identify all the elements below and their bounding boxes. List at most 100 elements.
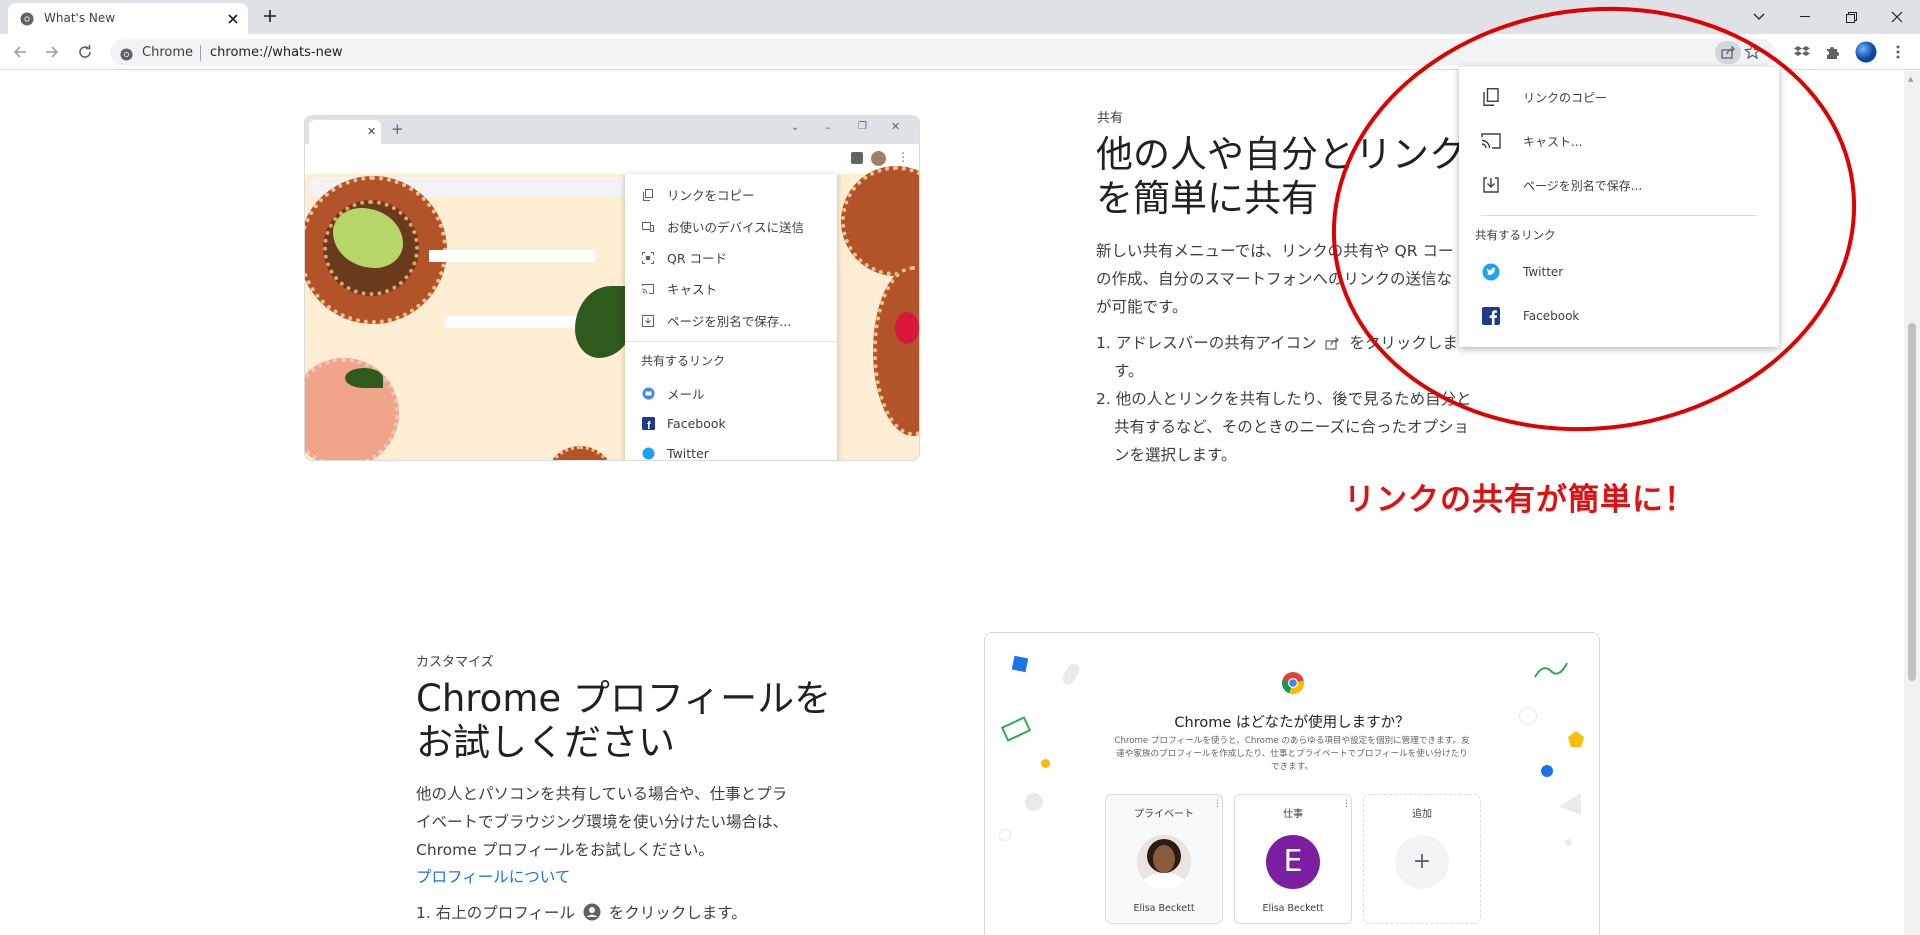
profile-picker-illustration: Chrome はどなたが使用しますか？ Chrome プロフィールを使うと、Ch… <box>984 632 1600 935</box>
illustration-divider <box>625 341 837 342</box>
profile-step1: 1. 右上のプロフィール をクリックします。 <box>416 899 747 930</box>
illustration-restore-icon: ❐ <box>858 121 867 132</box>
illustration-minimize-icon: – <box>825 121 831 134</box>
profile-step1-text-a: 1. 右上のプロフィール <box>416 904 575 922</box>
tab-close-icon[interactable] <box>226 11 240 30</box>
profile-card-private[interactable]: プライベート ⋮ Elisa Beckett <box>1105 794 1223 924</box>
profile-card-more-icon[interactable]: ⋮ <box>1213 799 1222 809</box>
illustration-twitter-label: Twitter <box>667 446 709 461</box>
profile-description-line2: イベートでブラウジング環境を使い分けたい場合は、 <box>416 813 789 831</box>
illustration-save-as-label: ページを別名で保存... <box>667 314 792 329</box>
tab-search-icon[interactable] <box>1736 0 1782 34</box>
reload-icon[interactable] <box>75 42 95 62</box>
illustration-cast-label: キャスト <box>667 282 718 297</box>
profile-title-line2: お試しください <box>416 721 675 764</box>
omnibox-separator <box>200 45 201 61</box>
profile-card-more-icon[interactable]: ⋮ <box>1342 799 1351 809</box>
profile-photo-avatar <box>1137 835 1191 889</box>
share-step1-text-a: 1. アドレスバーの共有アイコン <box>1096 334 1317 352</box>
illustration-tabstrip: ✕ + ⌄ – ❐ ✕ <box>305 116 919 144</box>
illustration-send-device-item: お使いのデバイスに送信 <box>641 217 804 236</box>
forward-icon[interactable] <box>42 42 62 62</box>
add-profile-plus-icon: + <box>1395 835 1449 889</box>
save-page-icon <box>641 314 655 328</box>
svg-text:f: f <box>647 420 651 430</box>
restore-icon[interactable] <box>1828 0 1874 34</box>
page-scrollbar[interactable]: ▲ <box>1904 71 1920 935</box>
decorative-shape <box>1011 655 1029 673</box>
illustration-mail-label: メール <box>667 387 705 402</box>
dropbox-extension-icon[interactable] <box>1792 42 1812 62</box>
decorative-leaf <box>345 368 383 388</box>
illustration-send-device-label: お使いのデバイスに送信 <box>667 220 805 235</box>
decorative-plate <box>873 266 919 436</box>
profile-title-line1: Chrome プロフィールを <box>416 677 832 720</box>
profile-card-work[interactable]: 仕事 ⋮ E Elisa Beckett <box>1234 794 1352 924</box>
new-tab-icon[interactable] <box>262 8 278 28</box>
decorative-plate <box>841 166 919 276</box>
chrome-logo-icon <box>1281 671 1305 699</box>
facebook-icon: f <box>641 417 655 431</box>
decorative-shape <box>1531 657 1571 683</box>
profile-initial-avatar: E <box>1266 835 1320 889</box>
illustration-placeholder-bar <box>429 250 595 262</box>
tab-whats-new[interactable]: What's New <box>8 3 248 34</box>
qr-code-icon <box>641 251 655 265</box>
profile-avatar-icon[interactable] <box>1854 40 1878 64</box>
illustration-avatar-icon <box>871 151 886 166</box>
chrome-page-icon <box>120 46 133 65</box>
illustration-tab-close-icon: ✕ <box>367 125 377 138</box>
extensions-puzzle-icon[interactable] <box>1823 42 1843 62</box>
url-text[interactable]: chrome://whats-new <box>210 45 342 60</box>
illustration-save-as-item: ページを別名で保存... <box>641 311 791 330</box>
devices-icon <box>641 220 655 234</box>
share-step2-line1: 2. 他の人とリンクを共有したり、後で見るため自分と <box>1096 390 1472 408</box>
illustration-tab: ✕ <box>309 120 381 144</box>
share-inline-icon <box>1325 331 1340 359</box>
scrollbar-thumb[interactable] <box>1908 323 1916 681</box>
close-window-icon[interactable] <box>1874 0 1920 34</box>
profile-card-name: Elisa Beckett <box>1262 903 1324 914</box>
profile-picker-title: Chrome はどなたが使用しますか？ <box>1174 715 1410 731</box>
illustration-facebook-item: f Facebook <box>641 416 726 431</box>
share-description-line3: が可能です。 <box>1096 298 1188 316</box>
share-title-line2: を簡単に共有 <box>1096 177 1318 220</box>
illustration-qr-item: QR コード <box>641 248 727 267</box>
illustration-copy-link-item: リンクをコピー <box>641 185 755 204</box>
decorative-berry <box>895 312 919 344</box>
illustration-new-tab-icon: + <box>391 120 404 138</box>
twitter-icon <box>641 447 655 461</box>
profile-card-add[interactable]: 追加 + <box>1363 794 1481 924</box>
profile-picker-desc-line1: Chrome プロフィールを使うと、Chrome のあらゆる項目や設定を個別に管… <box>1114 736 1470 746</box>
share-step2-line2: 共有するなど、そのときのニーズに合ったオプショ <box>1114 418 1469 436</box>
omnibox-chip: Chrome <box>142 45 193 60</box>
minimize-icon[interactable] <box>1782 0 1828 34</box>
chrome-icon <box>20 11 34 30</box>
profile-description-line1: 他の人とパソコンを共有している場合や、仕事とプラ <box>416 785 788 803</box>
illustration-qr-label: QR コード <box>667 251 727 266</box>
back-icon[interactable] <box>10 42 30 62</box>
profile-step1-text-b: をクリックします。 <box>608 904 747 922</box>
cast-icon <box>641 282 655 296</box>
illustration-copy-link-label: リンクをコピー <box>667 188 755 203</box>
share-step2-line3: ンを選択します。 <box>1114 446 1237 464</box>
menu-kebab-icon[interactable] <box>1888 42 1908 62</box>
decorative-shape <box>1565 839 1572 846</box>
scroll-up-icon[interactable]: ▲ <box>1908 75 1913 83</box>
illustration-cast-item: キャスト <box>641 279 717 298</box>
illustration-puzzle-icon <box>851 152 863 164</box>
tab-title: What's New <box>44 11 116 25</box>
copy-icon <box>641 188 655 202</box>
profile-description-line3: Chrome プロフィールをお試しください。 <box>416 841 714 859</box>
profile-card-label: プライベート <box>1134 809 1194 820</box>
account-circle-icon <box>583 902 601 930</box>
profile-picker-description: Chrome プロフィールを使うと、Chrome のあらゆる項目や設定を個別に管… <box>985 735 1599 774</box>
mail-icon <box>641 387 655 401</box>
annotation-text: リンクの共有が簡単に！ <box>1344 482 1696 518</box>
illustration-section-title: 共有するリンク <box>641 354 726 368</box>
illustration-mail-item: メール <box>641 384 705 403</box>
profile-about-link[interactable]: プロフィールについて <box>416 863 570 891</box>
profile-card-name: Elisa Beckett <box>1133 903 1195 914</box>
decorative-shape <box>999 829 1011 841</box>
profile-picker-desc-line2: 達や家族のプロフィールを作成したり、仕事とプライベートでプロフィールを使い分けた… <box>1116 749 1468 759</box>
